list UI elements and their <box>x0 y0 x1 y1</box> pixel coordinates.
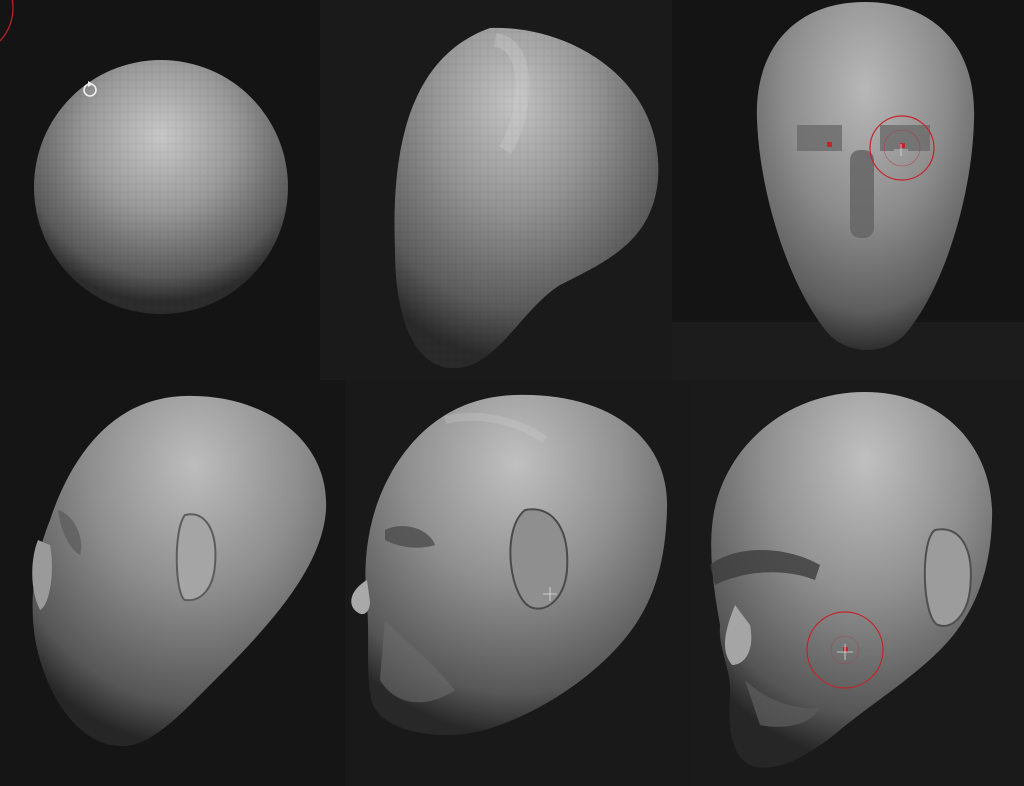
stage-panel-egg-blockout[interactable] <box>320 0 672 380</box>
stage-panel-sphere[interactable] <box>0 0 320 380</box>
brush-cursor-ring <box>0 0 14 42</box>
ear-blockout[interactable] <box>175 513 217 602</box>
ear-form[interactable] <box>509 508 569 610</box>
stage-panel-front-eyes[interactable] <box>672 0 1024 380</box>
face-viewport[interactable] <box>345 380 690 786</box>
stage-panel-ear-blockout[interactable] <box>0 380 345 786</box>
brush-point-marker <box>827 142 832 147</box>
ear-viewport[interactable] <box>0 380 345 786</box>
viewport-collage <box>0 0 1024 786</box>
sphere-viewport[interactable] <box>0 0 320 380</box>
stage-panel-refined-head[interactable] <box>690 380 1024 786</box>
refined-viewport[interactable] <box>690 380 1024 786</box>
ear-detail[interactable] <box>923 528 972 627</box>
egg-viewport[interactable] <box>320 0 672 380</box>
stage-panel-face-forms[interactable] <box>345 380 690 786</box>
front-viewport[interactable] <box>672 0 1024 380</box>
